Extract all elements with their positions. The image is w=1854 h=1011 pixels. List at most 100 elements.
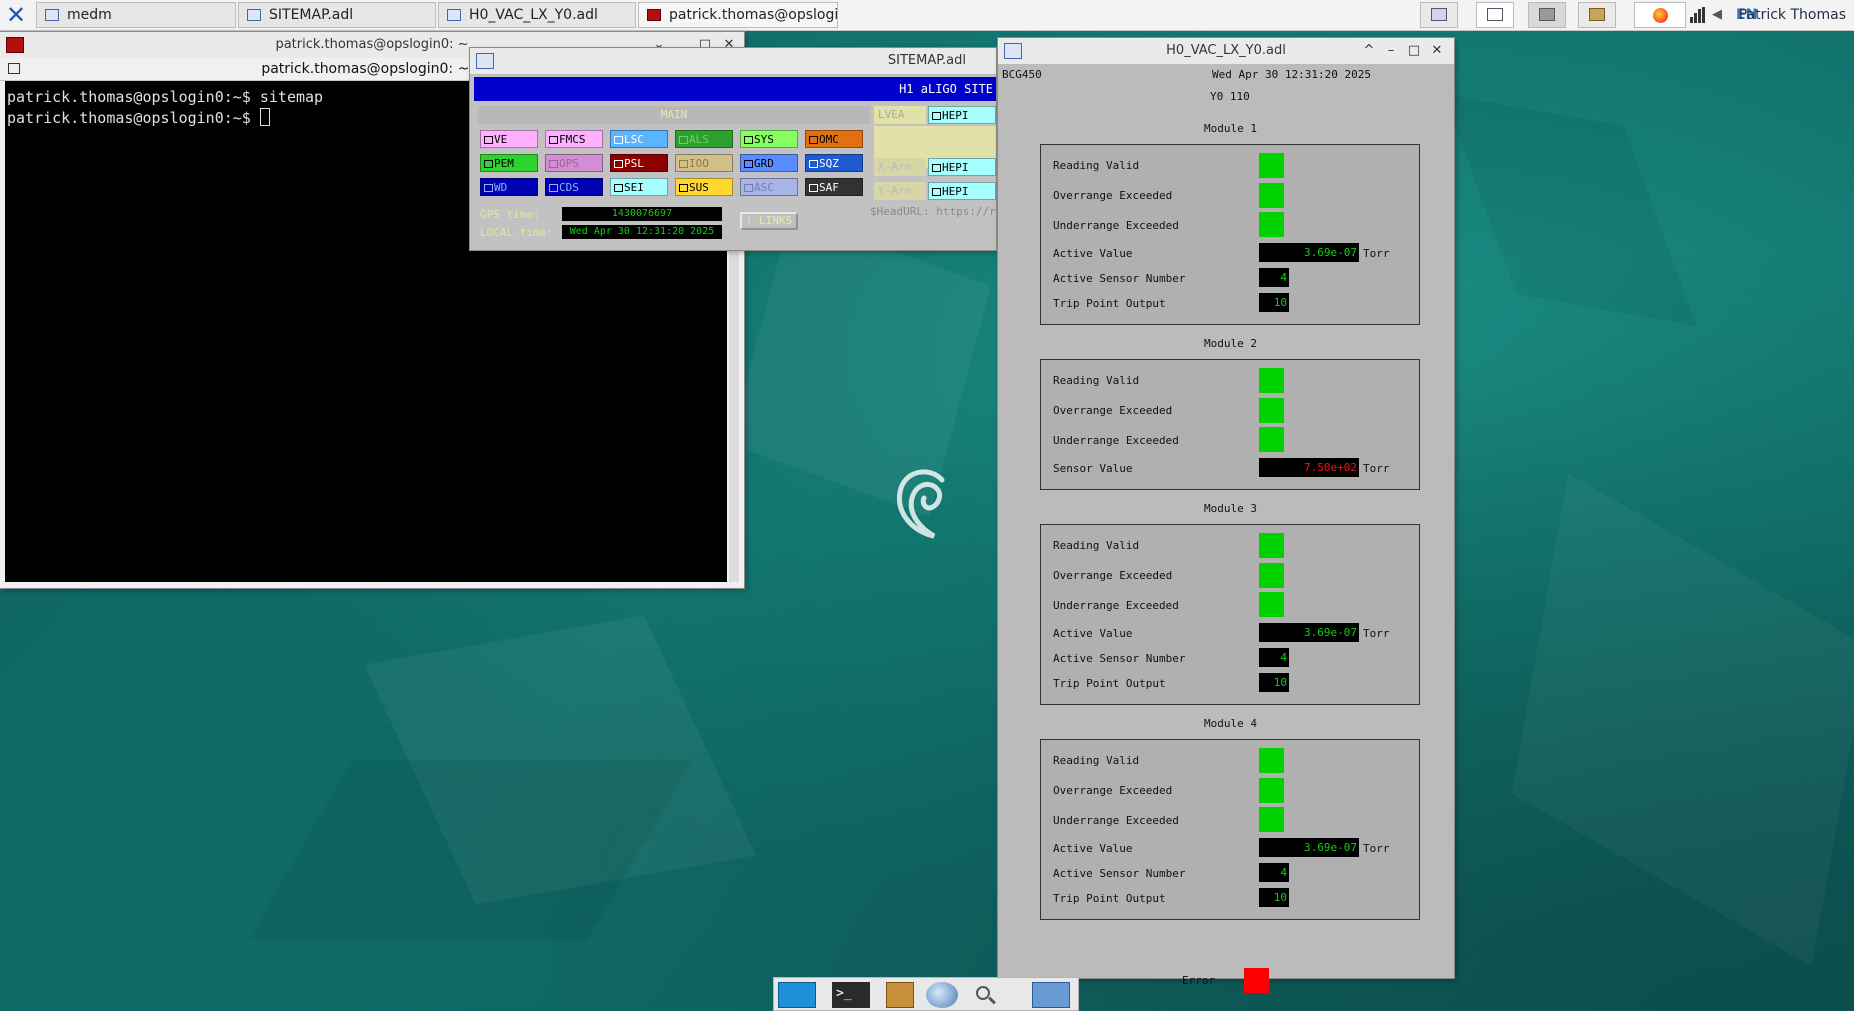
sensor-number-readback: 4 — [1259, 268, 1289, 287]
error-label: Error — [1182, 974, 1216, 987]
module-title: Module 3 — [1204, 502, 1257, 515]
sensor-value-readback: 7.50e+02 — [1259, 458, 1359, 477]
show-desktop-icon[interactable] — [778, 982, 816, 1008]
sitemap-titlebar[interactable]: SITEMAP.adl — [470, 48, 996, 75]
row-label: Overrange Exceeded — [1053, 404, 1173, 417]
module-title: Module 4 — [1204, 717, 1257, 730]
shade-icon[interactable]: ^ — [1360, 41, 1378, 61]
volume-icon[interactable]: ◀ — [1712, 8, 1730, 22]
task-label: medm — [67, 7, 112, 23]
minimize-icon[interactable]: – — [1382, 41, 1400, 61]
underrange-indicator — [1259, 427, 1284, 452]
xfce-logo-icon[interactable]: ✕ — [4, 3, 28, 27]
ioo-button[interactable]: IOO — [675, 154, 733, 172]
underrange-indicator — [1259, 212, 1284, 237]
active-value-readback: 3.69e-07 — [1259, 243, 1359, 262]
row-label: Overrange Exceeded — [1053, 189, 1173, 202]
row-label: Active Value — [1053, 842, 1133, 855]
trip-point-readback: 10 — [1259, 673, 1289, 692]
saf-button[interactable]: SAF — [805, 178, 863, 196]
top-taskbar: ✕ medm SITEMAP.adl H0_VAC_LX_Y0.adl patr… — [0, 0, 1854, 31]
task-terminal[interactable]: patrick.thomas@opslogin... — [638, 2, 838, 28]
vac-titlebar[interactable]: H0_VAC_LX_Y0.adl ^ – □ ✕ — [998, 38, 1454, 65]
workspace-1-icon[interactable] — [1420, 2, 1458, 28]
device-label: BCG450 — [1002, 68, 1042, 81]
maximize-icon[interactable]: □ — [1405, 41, 1423, 61]
wd-button[interactable]: WD — [480, 178, 538, 196]
folder-icon[interactable] — [1032, 982, 1070, 1008]
module-2-panel: Reading Valid Overrange Exceeded Underra… — [1040, 359, 1420, 490]
underrange-indicator — [1259, 807, 1284, 832]
hepi-xarm-button[interactable]: HEPI — [928, 158, 996, 176]
file-manager-icon[interactable] — [886, 982, 914, 1008]
sus-button[interactable]: SUS — [675, 178, 733, 196]
firefox-icon[interactable] — [1634, 2, 1686, 28]
overrange-indicator — [1259, 398, 1284, 423]
sensor-number-readback: 4 — [1259, 863, 1289, 882]
active-value-readback: 3.69e-07 — [1259, 838, 1359, 857]
task-label: SITEMAP.adl — [269, 7, 354, 23]
task-vac[interactable]: H0_VAC_LX_Y0.adl — [438, 2, 636, 28]
datetime-label: Wed Apr 30 12:31:20 2025 — [1212, 68, 1371, 81]
task-sitemap[interactable]: SITEMAP.adl — [238, 2, 436, 28]
window-icon — [45, 9, 59, 21]
local-time-label: LOCAL time: — [480, 226, 553, 239]
hepi-yarm-button[interactable]: HEPI — [928, 182, 996, 200]
task-label: H0_VAC_LX_Y0.adl — [469, 7, 598, 23]
row-label: Active Sensor Number — [1053, 867, 1186, 880]
xarm-label: X-Arm — [874, 158, 926, 176]
row-label: Trip Point Output — [1053, 892, 1166, 905]
sitemap-title: SITEMAP.adl — [887, 53, 966, 68]
links-button[interactable]: ! LINKS — [740, 212, 798, 230]
workspace-2-icon[interactable] — [1476, 2, 1514, 28]
grd-button[interactable]: GRD — [740, 154, 798, 172]
terminal-icon — [647, 9, 661, 21]
sei-button[interactable]: SEI — [610, 178, 668, 196]
folder-icon[interactable] — [1578, 2, 1616, 28]
cds-button[interactable]: CDS — [545, 178, 603, 196]
module-3-panel: Reading Valid Overrange Exceeded Underra… — [1040, 524, 1420, 705]
window-icon — [247, 9, 261, 21]
omc-button[interactable]: OMC — [805, 130, 863, 148]
vac-screen: BCG450 Wed Apr 30 12:31:20 2025 Y0 110 M… — [1002, 66, 1450, 993]
module-4-panel: Reading Valid Overrange Exceeded Underra… — [1040, 739, 1420, 920]
ve-button[interactable]: VE — [480, 130, 538, 148]
module-title: Module 1 — [1204, 122, 1257, 135]
close-icon[interactable]: ✕ — [1428, 41, 1446, 61]
task-medm[interactable]: medm — [36, 2, 236, 28]
web-browser-icon[interactable] — [926, 982, 958, 1008]
sys-button[interactable]: SYS — [740, 130, 798, 148]
lvea-label: LVEA — [874, 106, 926, 124]
pem-button[interactable]: PEM — [480, 154, 538, 172]
error-indicator — [1244, 968, 1269, 993]
lsc-button[interactable]: LSC — [610, 130, 668, 148]
sqz-button[interactable]: SQZ — [805, 154, 863, 172]
als-button[interactable]: ALS — [675, 130, 733, 148]
fmcs-button[interactable]: FMCS — [545, 130, 603, 148]
reading-valid-indicator — [1259, 748, 1284, 773]
ops-button[interactable]: OPS — [545, 154, 603, 172]
workspace-3-icon[interactable] — [1528, 2, 1566, 28]
row-label: Underrange Exceeded — [1053, 599, 1179, 612]
headurl-text: $HeadURL: https://red — [870, 205, 996, 218]
row-label: Trip Point Output — [1053, 677, 1166, 690]
active-value-readback: 3.69e-07 — [1259, 623, 1359, 642]
row-label: Active Sensor Number — [1053, 272, 1186, 285]
psl-button[interactable]: PSL — [610, 154, 668, 172]
unit-label: Torr — [1363, 842, 1390, 855]
user-menu[interactable]: Patrick Thomas — [1739, 0, 1846, 30]
asc-button[interactable]: ASC — [740, 178, 798, 196]
row-label: Reading Valid — [1053, 754, 1140, 767]
network-icon[interactable] — [1690, 7, 1706, 23]
search-icon[interactable] — [970, 982, 1000, 1008]
main-label: MAIN — [478, 106, 870, 124]
hepi-lvea-button[interactable]: HEPI — [928, 106, 996, 124]
vac-window: H0_VAC_LX_Y0.adl ^ – □ ✕ BCG450 Wed Apr … — [998, 38, 1454, 993]
row-label: Underrange Exceeded — [1053, 219, 1179, 232]
row-label: Sensor Value — [1053, 462, 1133, 475]
reading-valid-indicator — [1259, 368, 1284, 393]
unit-label: Torr — [1363, 247, 1390, 260]
terminal-launcher-icon[interactable]: >_ — [832, 982, 870, 1008]
bottom-dock: >_ — [773, 977, 1079, 1011]
location-label: Y0 110 — [1210, 90, 1250, 103]
